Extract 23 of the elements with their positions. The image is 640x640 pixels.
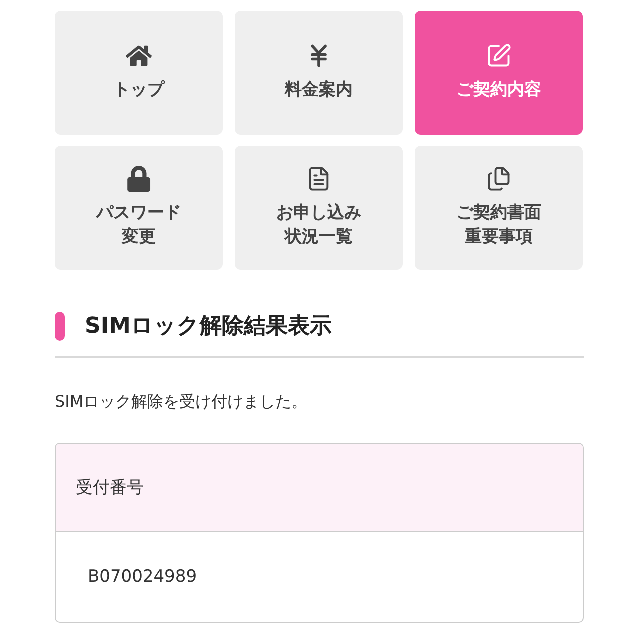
menu-tile[interactable]: トップ <box>55 11 223 135</box>
menu-tile[interactable]: ご契約書面 重要事項 <box>415 146 583 270</box>
tile-label: お申し込み <box>276 202 362 226</box>
tile-label: トップ <box>114 79 164 102</box>
tile-label: 状況一覧 <box>285 226 353 249</box>
home-icon <box>126 43 152 70</box>
tile-label: 料金案内 <box>285 79 353 102</box>
tile-label: 変更 <box>122 226 156 249</box>
documents-icon <box>486 166 512 192</box>
result-message: SIMロック解除を受け付けました。 <box>55 392 309 413</box>
menu-tile[interactable]: パスワード 変更 <box>55 146 223 270</box>
heading-accent <box>55 312 65 340</box>
table-header: 受付番号 <box>56 444 583 532</box>
section-title: SIMロック解除結果表示 <box>85 313 332 341</box>
tile-label: 重要事項 <box>465 226 533 249</box>
lock-icon <box>126 166 152 192</box>
table-cell-text: B070024989 <box>87 566 198 589</box>
menu-tile[interactable]: お申し込み 状況一覧 <box>235 146 403 270</box>
tile-label: ご契約内容 <box>456 79 542 102</box>
tile-label: ご契約書面 <box>456 202 542 226</box>
pen-icon <box>486 43 512 70</box>
tile-label: パスワード <box>96 202 182 226</box>
menu-tile[interactable]: 料金案内 <box>235 11 403 135</box>
